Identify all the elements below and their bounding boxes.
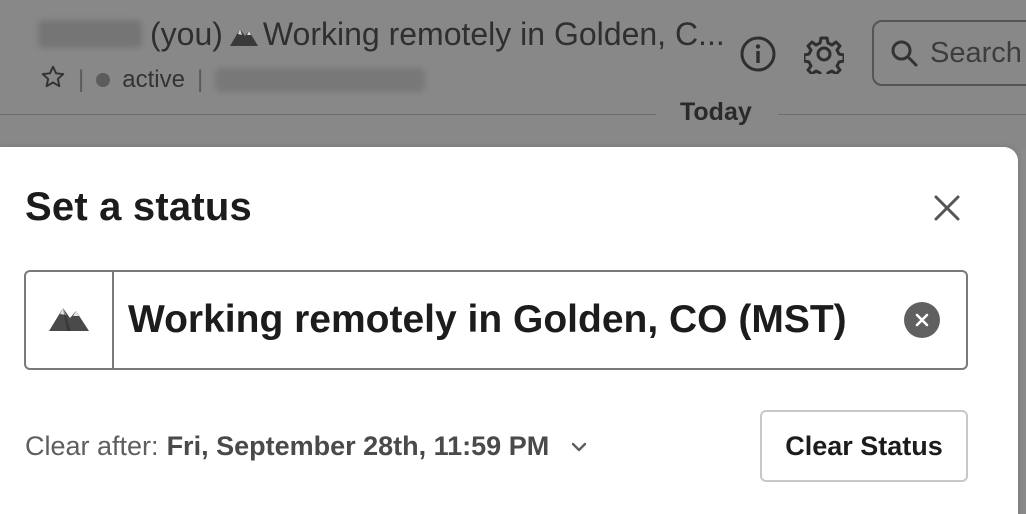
date-divider-label: Today xyxy=(680,98,752,126)
search-icon xyxy=(891,40,918,67)
modal-title: Set a status xyxy=(25,185,252,229)
clear-after-dropdown[interactable]: Clear after: Fri, September 28th, 11:59 … xyxy=(25,431,587,462)
separator: | xyxy=(78,66,85,93)
mountain-icon xyxy=(229,18,259,55)
header-meta: | active | xyxy=(40,64,426,97)
search-input[interactable]: Search xyxy=(872,20,1026,86)
presence-dot-icon xyxy=(96,73,111,87)
you-label: (you) xyxy=(150,16,223,52)
info-icon[interactable] xyxy=(738,34,778,74)
clear-input-button[interactable] xyxy=(904,302,940,338)
status-text-input[interactable] xyxy=(114,274,904,366)
emoji-picker-button[interactable] xyxy=(26,272,114,368)
user-name-blurred xyxy=(38,20,142,48)
clear-after-value: Fri, September 28th, 11:59 PM xyxy=(166,431,550,461)
search-placeholder: Search xyxy=(930,36,1022,69)
clear-status-button[interactable]: Clear Status xyxy=(760,410,968,482)
header-title: (you) Working remotely in Golden, C... xyxy=(150,16,725,55)
presence-label: active xyxy=(122,66,185,93)
close-icon xyxy=(915,313,929,327)
divider-line xyxy=(778,114,1026,115)
divider-line xyxy=(0,114,656,115)
separator: | xyxy=(196,66,204,93)
header-status-text: Working remotely in Golden, C... xyxy=(262,16,725,52)
gear-icon[interactable] xyxy=(802,34,846,80)
clear-after-label: Clear after: xyxy=(25,431,159,461)
channel-header: (you) Working remotely in Golden, C... |… xyxy=(0,0,1026,150)
mountain-icon xyxy=(47,303,91,338)
close-icon[interactable] xyxy=(930,191,964,225)
star-icon[interactable] xyxy=(40,64,66,97)
chevron-down-icon xyxy=(572,442,587,451)
set-status-modal: Set a status Clear after: Fri, September… xyxy=(0,147,1018,514)
channel-description-blurred xyxy=(215,68,426,92)
status-field xyxy=(24,270,968,370)
